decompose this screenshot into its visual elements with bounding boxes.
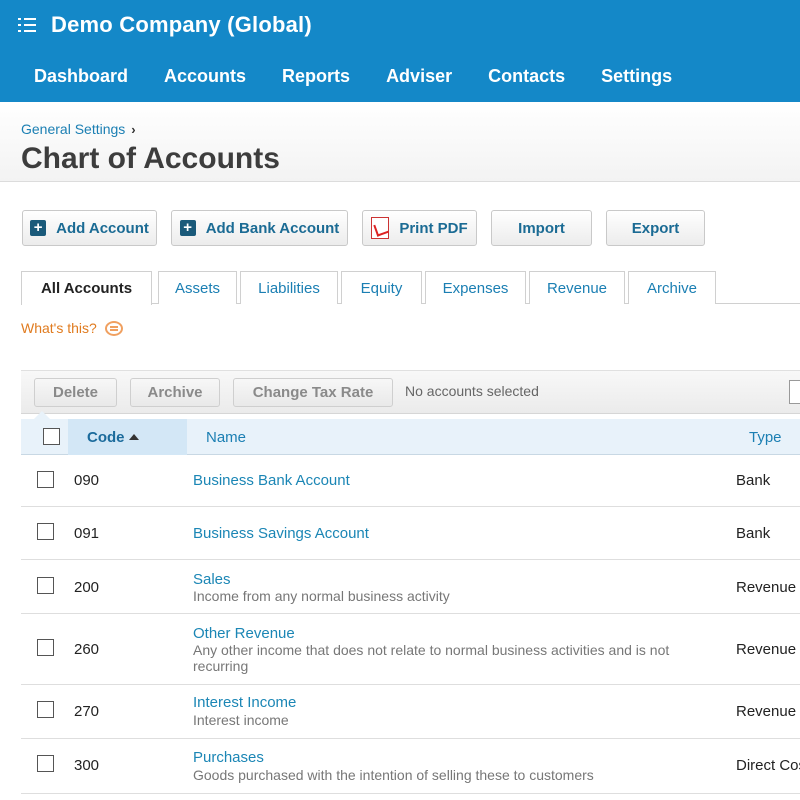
import-button[interactable]: Import <box>491 210 592 246</box>
account-name-link[interactable]: Other Revenue <box>193 625 295 642</box>
nav-adviser[interactable]: Adviser <box>368 62 470 91</box>
account-name-link[interactable]: Business Bank Account <box>193 472 350 489</box>
code-header-label: Code <box>87 429 125 446</box>
account-description: Income from any normal business activity <box>193 588 450 604</box>
code-column-header[interactable]: Code <box>87 429 139 446</box>
row-checkbox[interactable] <box>37 523 54 540</box>
account-description: Any other income that does not relate to… <box>193 642 670 674</box>
account-name-link[interactable]: Interest Income <box>193 694 296 711</box>
top-bar: Demo Company (Global) Dashboard Accounts… <box>0 0 800 102</box>
title-area: General Settings › Chart of Accounts <box>0 102 800 182</box>
row-checkbox[interactable] <box>37 577 54 594</box>
plus-icon: + <box>30 220 47 236</box>
add-account-label: Add Account <box>56 219 149 237</box>
delete-button[interactable]: Delete <box>34 378 117 407</box>
tab-archive[interactable]: Archive <box>628 271 716 304</box>
breadcrumb: General Settings › <box>21 121 136 137</box>
account-code: 091 <box>74 525 100 542</box>
nav-settings[interactable]: Settings <box>583 62 690 91</box>
change-tax-rate-button[interactable]: Change Tax Rate <box>233 378 393 407</box>
whats-this-link[interactable]: What's this? <box>21 320 123 336</box>
print-pdf-button[interactable]: Print PDF <box>362 210 477 246</box>
row-checkbox[interactable] <box>37 471 54 488</box>
account-code: 090 <box>74 472 100 489</box>
table-row[interactable]: 200 Sales Income from any normal busines… <box>21 560 800 614</box>
table-row[interactable]: 260 Other Revenue Any other income that … <box>21 614 800 685</box>
tab-equity[interactable]: Equity <box>341 271 422 304</box>
export-button[interactable]: Export <box>606 210 705 246</box>
account-type: Revenue <box>736 579 797 596</box>
account-type: Revenue <box>736 641 797 658</box>
chevron-right-icon: › <box>131 121 136 137</box>
selection-status: No accounts selected <box>405 383 539 399</box>
breadcrumb-general-settings[interactable]: General Settings <box>21 121 125 137</box>
name-column-header[interactable]: Name <box>206 429 246 446</box>
menu-list-icon[interactable] <box>18 15 38 35</box>
add-bank-account-button[interactable]: + Add Bank Account <box>171 210 348 246</box>
nav-dashboard[interactable]: Dashboard <box>16 62 146 91</box>
pdf-icon <box>371 217 390 239</box>
tab-expenses[interactable]: Expenses <box>425 271 526 304</box>
type-column-header[interactable]: Type <box>749 429 782 446</box>
print-pdf-label: Print PDF <box>399 219 468 237</box>
account-code: 260 <box>74 641 100 658</box>
account-description: Goods purchased with the intention of se… <box>193 767 594 783</box>
main-nav: Dashboard Accounts Reports Adviser Conta… <box>16 62 690 91</box>
nav-reports[interactable]: Reports <box>264 62 368 91</box>
plus-icon: + <box>179 220 196 236</box>
table-header: Code Name Type <box>21 419 800 455</box>
archive-button[interactable]: Archive <box>130 378 220 407</box>
account-description: Interest income <box>193 712 289 728</box>
tab-assets[interactable]: Assets <box>158 271 237 304</box>
add-bank-account-label: Add Bank Account <box>205 219 340 237</box>
page-title: Chart of Accounts <box>21 142 280 175</box>
account-type: Revenue <box>736 703 797 720</box>
org-switcher[interactable]: Demo Company (Global) <box>18 10 312 40</box>
account-name-link[interactable]: Sales <box>193 571 231 588</box>
table-row[interactable]: 270 Interest Income Interest income Reve… <box>21 685 800 739</box>
nav-contacts[interactable]: Contacts <box>470 62 583 91</box>
account-tabs: All Accounts Assets Liabilities Equity E… <box>21 271 800 305</box>
row-checkbox[interactable] <box>37 639 54 656</box>
organization-name[interactable]: Demo Company (Global) <box>51 12 312 38</box>
table-row[interactable]: 090 Business Bank Account Bank <box>21 455 800 507</box>
row-checkbox[interactable] <box>37 755 54 772</box>
account-type: Bank <box>736 525 771 542</box>
account-code: 200 <box>74 579 100 596</box>
sort-ascending-icon <box>128 434 139 440</box>
nav-accounts[interactable]: Accounts <box>146 62 264 91</box>
tab-all-accounts[interactable]: All Accounts <box>21 271 152 305</box>
speech-bubble-icon <box>104 320 123 336</box>
account-name-link[interactable]: Purchases <box>193 749 264 766</box>
add-account-button[interactable]: + Add Account <box>22 210 157 246</box>
table-row[interactable]: 091 Business Savings Account Bank <box>21 507 800 560</box>
account-code: 300 <box>74 757 100 774</box>
account-name-link[interactable]: Business Savings Account <box>193 525 369 542</box>
bulk-action-toolbar: Delete Archive Change Tax Rate No accoun… <box>21 370 800 414</box>
row-checkbox[interactable] <box>37 701 54 718</box>
tab-revenue[interactable]: Revenue <box>529 271 625 304</box>
account-code: 270 <box>74 703 100 720</box>
tab-liabilities[interactable]: Liabilities <box>240 271 338 304</box>
search-box[interactable] <box>789 380 800 404</box>
whats-this-label: What's this? <box>21 320 97 336</box>
account-type: Direct Cos <box>736 757 800 774</box>
select-all-checkbox[interactable] <box>43 428 60 445</box>
toolbar-pointer <box>34 411 50 419</box>
table-row[interactable]: 300 Purchases Goods purchased with the i… <box>21 739 800 794</box>
account-type: Bank <box>736 472 771 489</box>
